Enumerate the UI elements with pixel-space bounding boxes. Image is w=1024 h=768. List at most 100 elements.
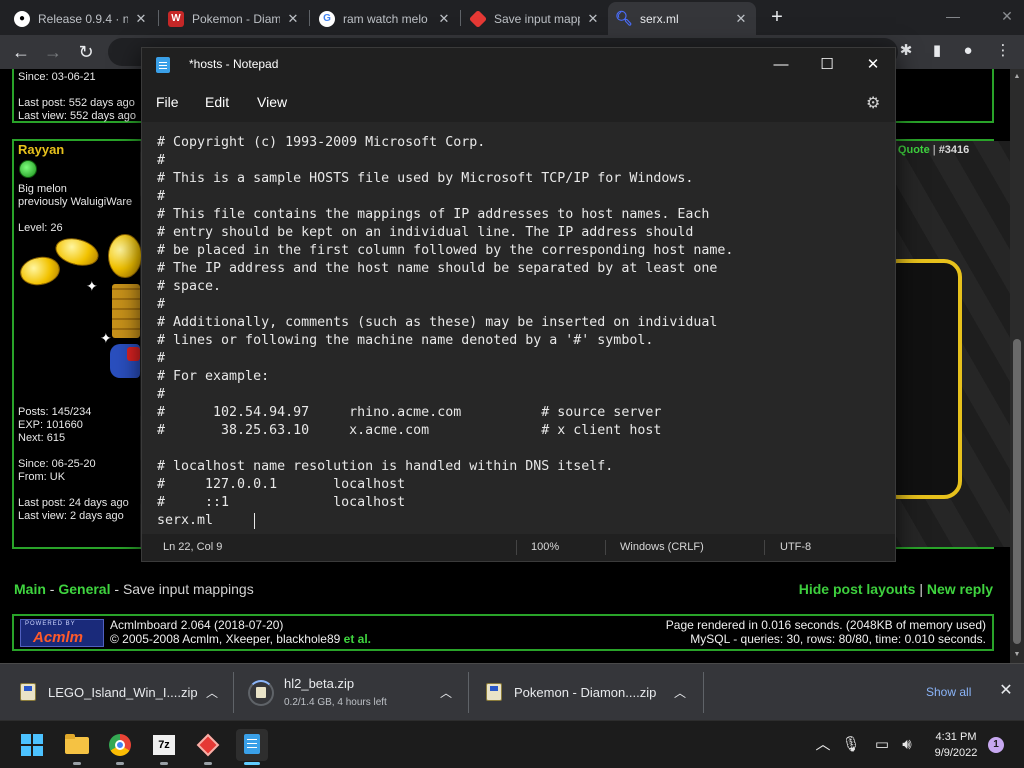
menu-view[interactable]: View (257, 94, 287, 110)
notepad-icon[interactable] (236, 729, 268, 765)
breadcrumb-general[interactable]: General (58, 581, 110, 597)
show-all-downloads-link[interactable]: Show all (926, 685, 971, 699)
close-icon[interactable]: ✕ (134, 11, 148, 27)
close-downloads-icon[interactable]: ✕ (996, 681, 1016, 701)
chevron-up-icon[interactable]: ︿ (672, 684, 688, 700)
line-ending: Windows (CRLF) (620, 541, 704, 553)
user-from: From: UK (18, 471, 66, 483)
scroll-down-icon[interactable]: ▼ (1013, 651, 1021, 659)
board-footer: POWERED BY Acmlm Acmlmboard 2.064 (2018-… (12, 614, 994, 651)
tab-separator (460, 10, 461, 26)
back-icon[interactable]: ← (9, 40, 33, 64)
text-caret (254, 513, 255, 529)
user-last-view: Last view: 2 days ago (18, 510, 124, 522)
reload-icon[interactable]: ↻ (74, 40, 98, 64)
status-divider (605, 540, 606, 555)
close-button[interactable]: ✕ (850, 52, 896, 78)
prev-last-post: Last post: 552 days ago (18, 97, 135, 109)
profile-icon[interactable]: ● (957, 40, 979, 62)
7zip-icon[interactable]: 7z (148, 729, 180, 765)
tab-google[interactable]: G ram watch melo ✕ (311, 2, 459, 35)
microphone-icon[interactable]: 🎙︎ (841, 735, 861, 755)
menu-file[interactable]: File (156, 94, 179, 110)
status-divider (516, 540, 517, 555)
tab-separator (158, 10, 159, 26)
extensions-icon[interactable]: ✱ (895, 40, 917, 62)
emulator-icon[interactable] (192, 729, 224, 765)
hosts-file-content[interactable]: # Copyright (c) 1993-2009 Microsoft Corp… (157, 134, 733, 530)
post-id[interactable]: #3416 (939, 144, 970, 156)
chevron-up-icon[interactable]: ︿ (204, 684, 220, 700)
download-item[interactable]: LEGO_Island_Win_I....zip ︿ (0, 664, 232, 721)
menu-edit[interactable]: Edit (205, 94, 229, 110)
tab-pokemon[interactable]: W Pokemon - Diam ✕ (160, 2, 308, 35)
close-window-icon[interactable]: ✕ (994, 4, 1020, 28)
breadcrumb-main[interactable]: Main (14, 581, 46, 597)
restore-icon[interactable] (941, 4, 967, 28)
volume-icon[interactable]: 🔊︎ (897, 735, 917, 755)
download-item[interactable]: hl2_beta.zip 0.2/1.4 GB, 4 hours left ︿ (236, 664, 468, 721)
new-tab-button[interactable]: + (766, 6, 788, 28)
tab-release[interactable]: ● Release 0.9.4 · n ✕ (6, 2, 156, 35)
zip-file-icon (20, 683, 36, 701)
chevron-up-icon[interactable]: ︿ (438, 684, 454, 700)
mario-cap-image (127, 347, 140, 361)
chrome-icon[interactable] (104, 729, 136, 765)
hide-post-layouts-link[interactable]: Hide post layouts (799, 581, 916, 597)
acmlm-logo: POWERED BY Acmlm (20, 619, 104, 647)
tab-title: Pokemon - Diam (192, 11, 280, 26)
close-icon[interactable]: ✕ (586, 11, 600, 27)
file-explorer-icon[interactable] (61, 729, 93, 765)
new-reply-link[interactable]: New reply (927, 581, 993, 597)
tab-serx[interactable]: 🔍︎ serx.ml ✕ (608, 2, 756, 35)
scroll-up-icon[interactable]: ▲ (1013, 73, 1021, 81)
thread-actions: Hide post layouts | New reply (798, 581, 993, 597)
cursor-position: Ln 22, Col 9 (163, 541, 223, 553)
display-icon[interactable]: ▭ (872, 735, 892, 755)
download-separator (703, 672, 704, 713)
user-since: Since: 06-25-20 (18, 458, 96, 470)
download-name: Pokemon - Diamon....zip (514, 685, 657, 700)
settings-icon[interactable]: ⚙ (866, 93, 880, 113)
downloads-bar: LEGO_Island_Win_I....zip ︿ hl2_beta.zip … (0, 663, 1024, 720)
board-copyright: © 2005-2008 Acmlm, Xkeeper, blackhole89 … (110, 632, 372, 646)
download-progress-icon (248, 680, 274, 706)
start-icon[interactable] (16, 729, 48, 761)
user-exp: EXP: 101660 (18, 419, 83, 431)
board-icon (468, 9, 488, 28)
text-editor[interactable]: # Copyright (c) 1993-2009 Microsoft Corp… (142, 122, 895, 534)
clock-time: 4:31 PM (935, 731, 977, 743)
side-panel-icon[interactable]: ▮ (926, 40, 948, 62)
page-scrollbar[interactable]: ▲ ▼ (1010, 69, 1024, 663)
chevron-up-icon[interactable]: ︿ (813, 735, 833, 755)
user-posts: Posts: 145/234 (18, 406, 92, 418)
forward-icon[interactable]: → (41, 40, 65, 64)
mysql-stats: MySQL - queries: 30, rows: 80/80, time: … (690, 632, 986, 646)
close-icon[interactable]: ✕ (437, 11, 451, 27)
user-next: Next: 615 (18, 432, 66, 444)
system-clock[interactable]: 4:31 PM 9/9/2022 (926, 729, 986, 761)
encoding: UTF-8 (780, 541, 812, 553)
download-progress: 0.2/1.4 GB, 4 hours left (284, 697, 387, 708)
zoom-level: 100% (531, 541, 560, 553)
minimize-button[interactable]: — (758, 52, 804, 78)
download-item[interactable]: Pokemon - Diamon....zip ︿ (466, 664, 702, 721)
maximize-button[interactable]: ☐ (804, 52, 850, 78)
user-title-1: Big melon (18, 183, 67, 195)
tab-title: serx.ml (640, 11, 679, 26)
notification-badge[interactable]: 1 (988, 737, 1004, 753)
coin-image (108, 234, 142, 278)
window-title: *hosts - Notepad (189, 57, 279, 71)
username[interactable]: Rayyan (18, 143, 64, 156)
menu-icon[interactable]: ⋮ (992, 40, 1014, 62)
close-icon[interactable]: ✕ (286, 11, 300, 27)
et-al-link[interactable]: et al. (344, 632, 371, 646)
tab-board[interactable]: Save input mapp ✕ (462, 2, 608, 35)
user-badge-icon (19, 160, 37, 178)
sparkle-icon: ✦ (100, 330, 112, 346)
scrollbar-thumb[interactable] (1013, 339, 1021, 644)
quote-link[interactable]: Quote (898, 144, 930, 156)
sparkle-icon: ✦ (86, 278, 98, 294)
close-icon[interactable]: ✕ (734, 11, 748, 27)
notepad-titlebar[interactable]: *hosts - Notepad — ☐ ✕ (142, 48, 895, 82)
